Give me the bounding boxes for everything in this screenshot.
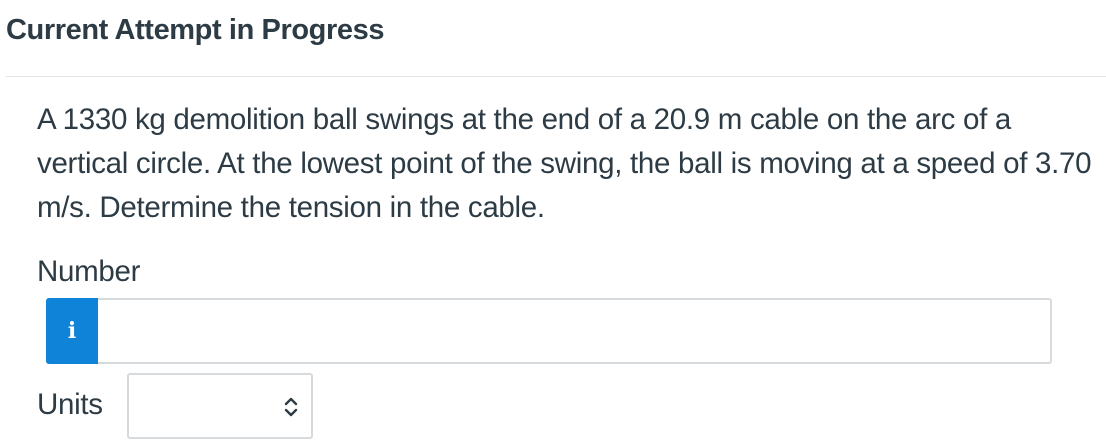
info-button[interactable]: i — [46, 298, 98, 364]
info-icon: i — [67, 318, 77, 344]
number-input-group: i — [46, 298, 1052, 364]
question-text: A 1330 kg demolition ball swings at the … — [37, 103, 1092, 224]
number-input[interactable] — [98, 298, 1052, 364]
header-divider — [6, 76, 1106, 77]
units-label: Units — [37, 388, 103, 421]
chevron-up-down-icon — [284, 397, 298, 417]
page-title: Current Attempt in Progress — [6, 14, 385, 46]
number-label: Number — [37, 255, 141, 288]
units-select[interactable] — [127, 373, 313, 439]
question-page: Current Attempt in Progress A 1330 kg de… — [0, 0, 1106, 446]
